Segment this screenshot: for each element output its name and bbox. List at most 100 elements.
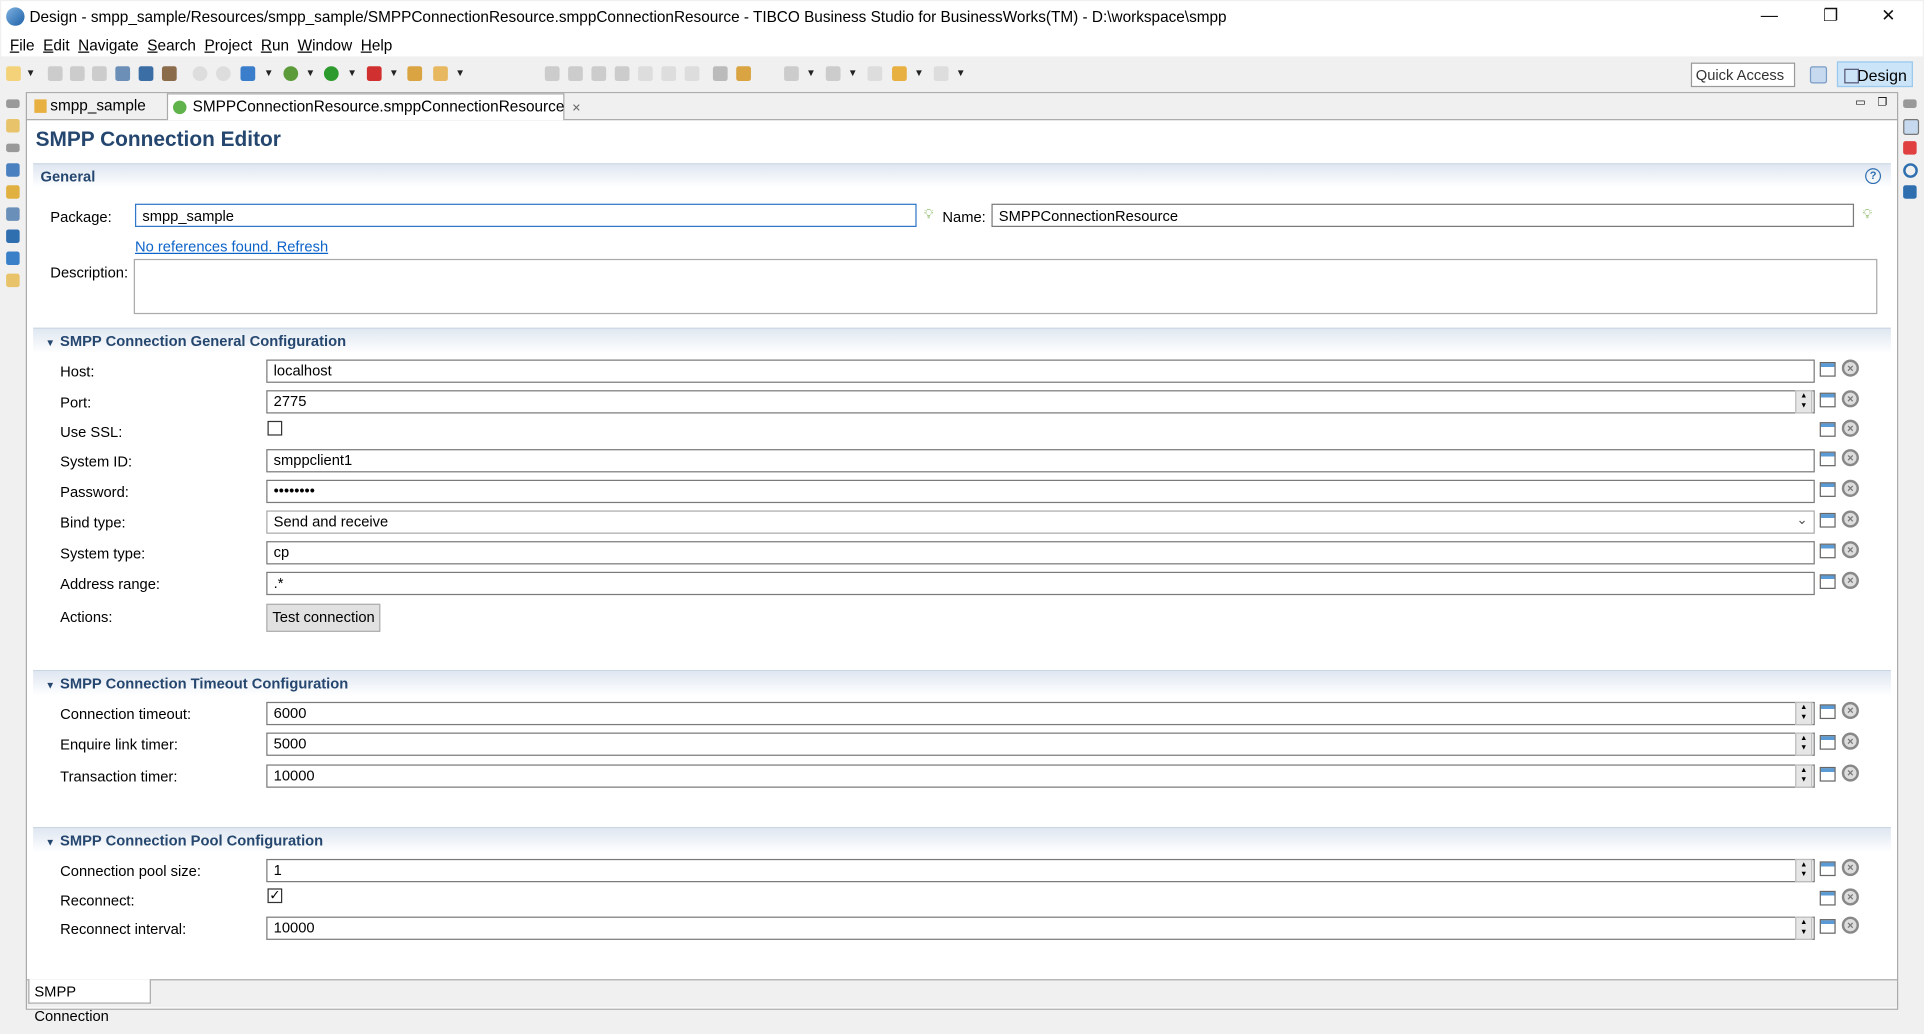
- module-property-icon[interactable]: [1819, 422, 1836, 437]
- bind-type-select[interactable]: Send and receive: [266, 510, 1815, 534]
- name-input[interactable]: [991, 203, 1855, 228]
- tab-smpp-connection-page[interactable]: SMPP Connection: [28, 979, 151, 1025]
- module-property-icon[interactable]: [1819, 574, 1836, 589]
- enquire-link-timer-input[interactable]: 5000: [266, 732, 1815, 756]
- clear-value-icon[interactable]: ×: [1841, 359, 1859, 377]
- properties-icon[interactable]: [1903, 119, 1920, 135]
- save-icon[interactable]: [47, 66, 63, 81]
- menu-window[interactable]: Window: [298, 34, 353, 56]
- clear-value-icon[interactable]: ×: [1841, 479, 1859, 497]
- menu-file[interactable]: File: [10, 34, 35, 56]
- port-spinner[interactable]: ▲ ▼: [1795, 390, 1813, 414]
- use-step-filters-icon[interactable]: [736, 66, 751, 81]
- project-explorer-icon[interactable]: [6, 119, 20, 133]
- debug-icon[interactable]: [283, 66, 299, 81]
- module-property-icon[interactable]: [1819, 861, 1836, 877]
- save-all-icon[interactable]: [69, 66, 85, 81]
- help-icon[interactable]: ?: [1865, 168, 1882, 185]
- module-property-icon[interactable]: [1819, 734, 1836, 750]
- reconnect-checkbox[interactable]: ✓: [267, 888, 283, 904]
- next-annotation-icon[interactable]: [784, 66, 799, 81]
- module-property-icon[interactable]: [1819, 543, 1836, 559]
- ruler-icon[interactable]: [240, 66, 256, 81]
- clear-value-icon[interactable]: ×: [1841, 419, 1859, 437]
- transaction-timer-spinner[interactable]: ▲ ▼: [1795, 764, 1813, 788]
- prev-annotation-icon[interactable]: [825, 66, 841, 81]
- clear-value-icon[interactable]: ×: [1841, 888, 1859, 906]
- connection-timeout-spinner[interactable]: ▲ ▼: [1795, 701, 1813, 726]
- module-property-icon[interactable]: [1819, 392, 1836, 408]
- refresh-references-link[interactable]: No references found. Refresh: [135, 238, 328, 255]
- module-property-icon[interactable]: [1819, 482, 1836, 497]
- restore-icon[interactable]: [6, 99, 20, 108]
- clear-value-icon[interactable]: ×: [1841, 510, 1859, 528]
- close-button[interactable]: ✕: [1870, 5, 1907, 26]
- clear-value-icon[interactable]: ×: [1841, 701, 1859, 720]
- disconnect-icon[interactable]: [614, 66, 630, 81]
- tab-smpp-sample[interactable]: smpp_sample: [32, 93, 167, 119]
- gear-icon[interactable]: [192, 66, 208, 81]
- restore2-icon[interactable]: [6, 143, 20, 153]
- connection-pool-size-spinner[interactable]: ▲ ▼: [1795, 858, 1813, 883]
- system-type-input[interactable]: cp: [266, 541, 1815, 565]
- drop-frame-icon[interactable]: [712, 66, 728, 81]
- enquire-link-timer-spinner[interactable]: ▲ ▼: [1795, 732, 1813, 756]
- servers-icon[interactable]: [6, 207, 20, 221]
- open-perspective-icon[interactable]: [1809, 66, 1828, 84]
- menu-edit[interactable]: Edit: [43, 34, 69, 56]
- port-input[interactable]: 2775: [266, 390, 1815, 414]
- menu-help[interactable]: Help: [361, 34, 393, 56]
- clear-value-icon[interactable]: ×: [1841, 916, 1859, 934]
- clear-value-icon[interactable]: ×: [1841, 449, 1859, 467]
- close-tab-icon[interactable]: ✕: [572, 102, 581, 114]
- transaction-timer-input[interactable]: 10000: [266, 764, 1815, 788]
- forward-icon[interactable]: [933, 66, 949, 81]
- step-return-icon[interactable]: [684, 66, 700, 81]
- module-property-icon[interactable]: [1819, 919, 1836, 934]
- test-connection-button[interactable]: Test connection: [266, 603, 381, 632]
- menu-search[interactable]: Search: [147, 34, 196, 56]
- maximize-editor-icon[interactable]: ❐: [1877, 96, 1887, 109]
- address-range-input[interactable]: .*: [266, 571, 1815, 596]
- clear-value-icon[interactable]: ×: [1841, 390, 1859, 408]
- module-property-icon[interactable]: [1819, 361, 1836, 377]
- clear-value-icon[interactable]: ×: [1841, 571, 1859, 589]
- chevron-down-icon[interactable]: ⌄: [1796, 512, 1807, 528]
- console-icon[interactable]: [1903, 185, 1917, 199]
- outline-icon[interactable]: [6, 163, 20, 177]
- section-timeout-config[interactable]: ▼ SMPP Connection Timeout Configuration: [33, 669, 1891, 696]
- minimize-editor-icon[interactable]: ▭: [1855, 96, 1865, 109]
- clear-value-icon[interactable]: ×: [1841, 732, 1859, 750]
- reconnect-interval-spinner[interactable]: ▲ ▼: [1795, 916, 1813, 940]
- menu-navigate[interactable]: Navigate: [78, 34, 139, 56]
- clear-value-icon[interactable]: ×: [1841, 541, 1859, 559]
- description-textarea[interactable]: [133, 258, 1878, 315]
- minimize-button[interactable]: —: [1751, 5, 1788, 25]
- problems-icon[interactable]: [1903, 141, 1917, 155]
- host-input[interactable]: localhost: [266, 359, 1815, 383]
- search-view-icon[interactable]: [6, 273, 20, 288]
- terminate-icon[interactable]: [591, 66, 607, 81]
- module-property-icon[interactable]: [1819, 512, 1836, 528]
- back-icon[interactable]: [892, 66, 907, 81]
- module-icon[interactable]: [115, 66, 131, 81]
- package-input[interactable]: [134, 203, 917, 228]
- module-property-icon[interactable]: [1819, 890, 1836, 906]
- password-input[interactable]: ••••••••: [266, 479, 1815, 504]
- module-view-icon[interactable]: [6, 251, 20, 266]
- restore-button[interactable]: ❐: [1812, 5, 1849, 26]
- resume-icon[interactable]: [544, 66, 560, 81]
- folder-icon[interactable]: [6, 185, 20, 199]
- clear-value-icon[interactable]: ×: [1841, 764, 1859, 782]
- database-icon[interactable]: [6, 229, 20, 243]
- gear2-icon[interactable]: [215, 66, 231, 81]
- restore-right-icon[interactable]: [1903, 99, 1917, 108]
- section-pool-config[interactable]: ▼ SMPP Connection Pool Configuration: [33, 827, 1891, 853]
- reconnect-interval-input[interactable]: 10000: [266, 916, 1815, 940]
- new-icon[interactable]: [6, 66, 21, 81]
- suspend-icon[interactable]: [568, 66, 583, 81]
- system-id-input[interactable]: smppclient1: [266, 449, 1815, 473]
- module-property-icon[interactable]: [1819, 766, 1836, 782]
- pen-icon[interactable]: [433, 66, 448, 81]
- design-perspective-button[interactable]: Design: [1836, 61, 1913, 88]
